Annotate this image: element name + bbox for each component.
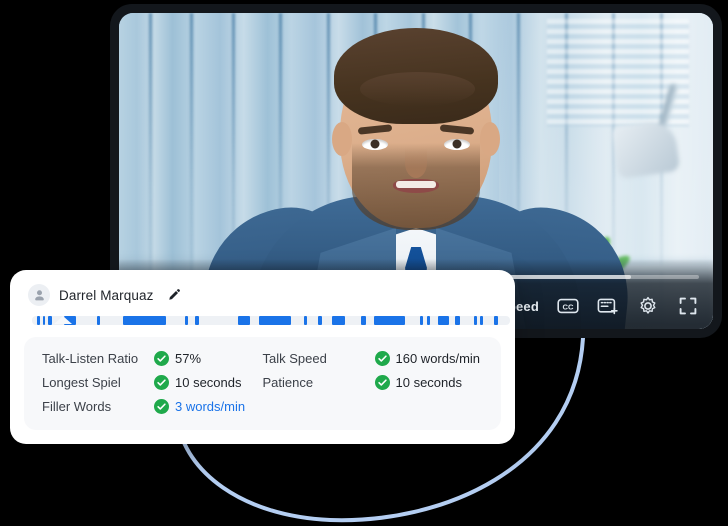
waveform-segment [438,316,450,325]
check-circle-icon [154,375,169,390]
metric-label: Patience [262,375,314,390]
waveform-segment [493,316,499,325]
metric-value-group: 10 seconds [154,375,242,390]
waveform-segment [420,316,423,325]
speech-waveform[interactable] [32,316,510,325]
metric-value: 10 seconds [395,375,463,390]
speaker-insights-card: Darrel Marquaz Talk-Listen Ratio 57% Talk … [10,270,515,444]
waveform-segment [374,316,405,325]
waveform-segment [317,316,322,325]
closed-captions-icon[interactable]: CC [557,295,579,317]
waveform-segment [42,316,46,325]
waveform-segment [96,316,100,325]
panel-notch [54,316,72,324]
empty-cell [263,399,484,414]
waveform-segment [259,316,291,325]
check-circle-icon [154,351,169,366]
waveform-segment [122,316,166,325]
control-buttons: Speed CC [499,295,699,317]
metric-value: 57% [175,351,202,366]
check-circle-icon [374,375,390,390]
metric-label: Talk Speed [262,351,327,366]
waveform-segment [332,316,346,325]
screenshot-root: Speed CC Darrel Marquaz Talk-Listen Rati… [0,0,728,526]
metric-row: Filler Words 3 words/min [42,399,263,414]
metric-value[interactable]: 3 words/min [175,399,245,414]
metrics-panel: Talk-Listen Ratio 57% Talk Speed 160 words/… [24,337,501,430]
metric-value-group: 160 words/min [374,351,481,366]
metric-row: Talk Speed 160 words/min [263,351,484,366]
waveform-segment [455,316,460,325]
waveform-segment [195,316,199,325]
pencil-icon[interactable] [166,287,182,303]
add-clip-icon[interactable] [597,295,619,317]
speaker-name: Darrel Marquaz [59,287,154,303]
check-circle-icon [154,399,169,414]
waveform-segment [426,316,430,325]
gear-icon[interactable] [637,295,659,317]
waveform-segment [184,316,189,325]
metric-label: Longest Spiel [42,375,121,390]
metric-label: Filler Words [42,399,112,414]
metric-row: Longest Spiel 10 seconds [42,375,263,390]
metric-value-group: 3 words/min [154,399,245,414]
metric-value-group: 57% [154,351,201,366]
check-circle-icon [374,351,390,366]
waveform-segment [360,316,367,325]
hair [334,28,498,125]
waveform-segment [480,316,484,325]
fullscreen-icon[interactable] [677,295,699,317]
card-header: Darrel Marquaz [24,282,501,306]
waveform-segment [237,316,250,325]
svg-text:CC: CC [563,302,574,311]
metric-value: 10 seconds [175,375,242,390]
person-icon [28,284,50,306]
metric-row: Patience 10 seconds [263,375,484,390]
waveform-segment [36,316,40,325]
metric-row: Talk-Listen Ratio 57% [42,351,263,366]
metric-label: Talk-Listen Ratio [42,351,139,366]
waveform-segment [48,316,52,325]
face [332,28,500,231]
metric-value: 160 words/min [395,351,481,366]
metric-value-group: 10 seconds [374,375,463,390]
waveform-segment [303,316,307,325]
waveform-segment [473,316,477,325]
